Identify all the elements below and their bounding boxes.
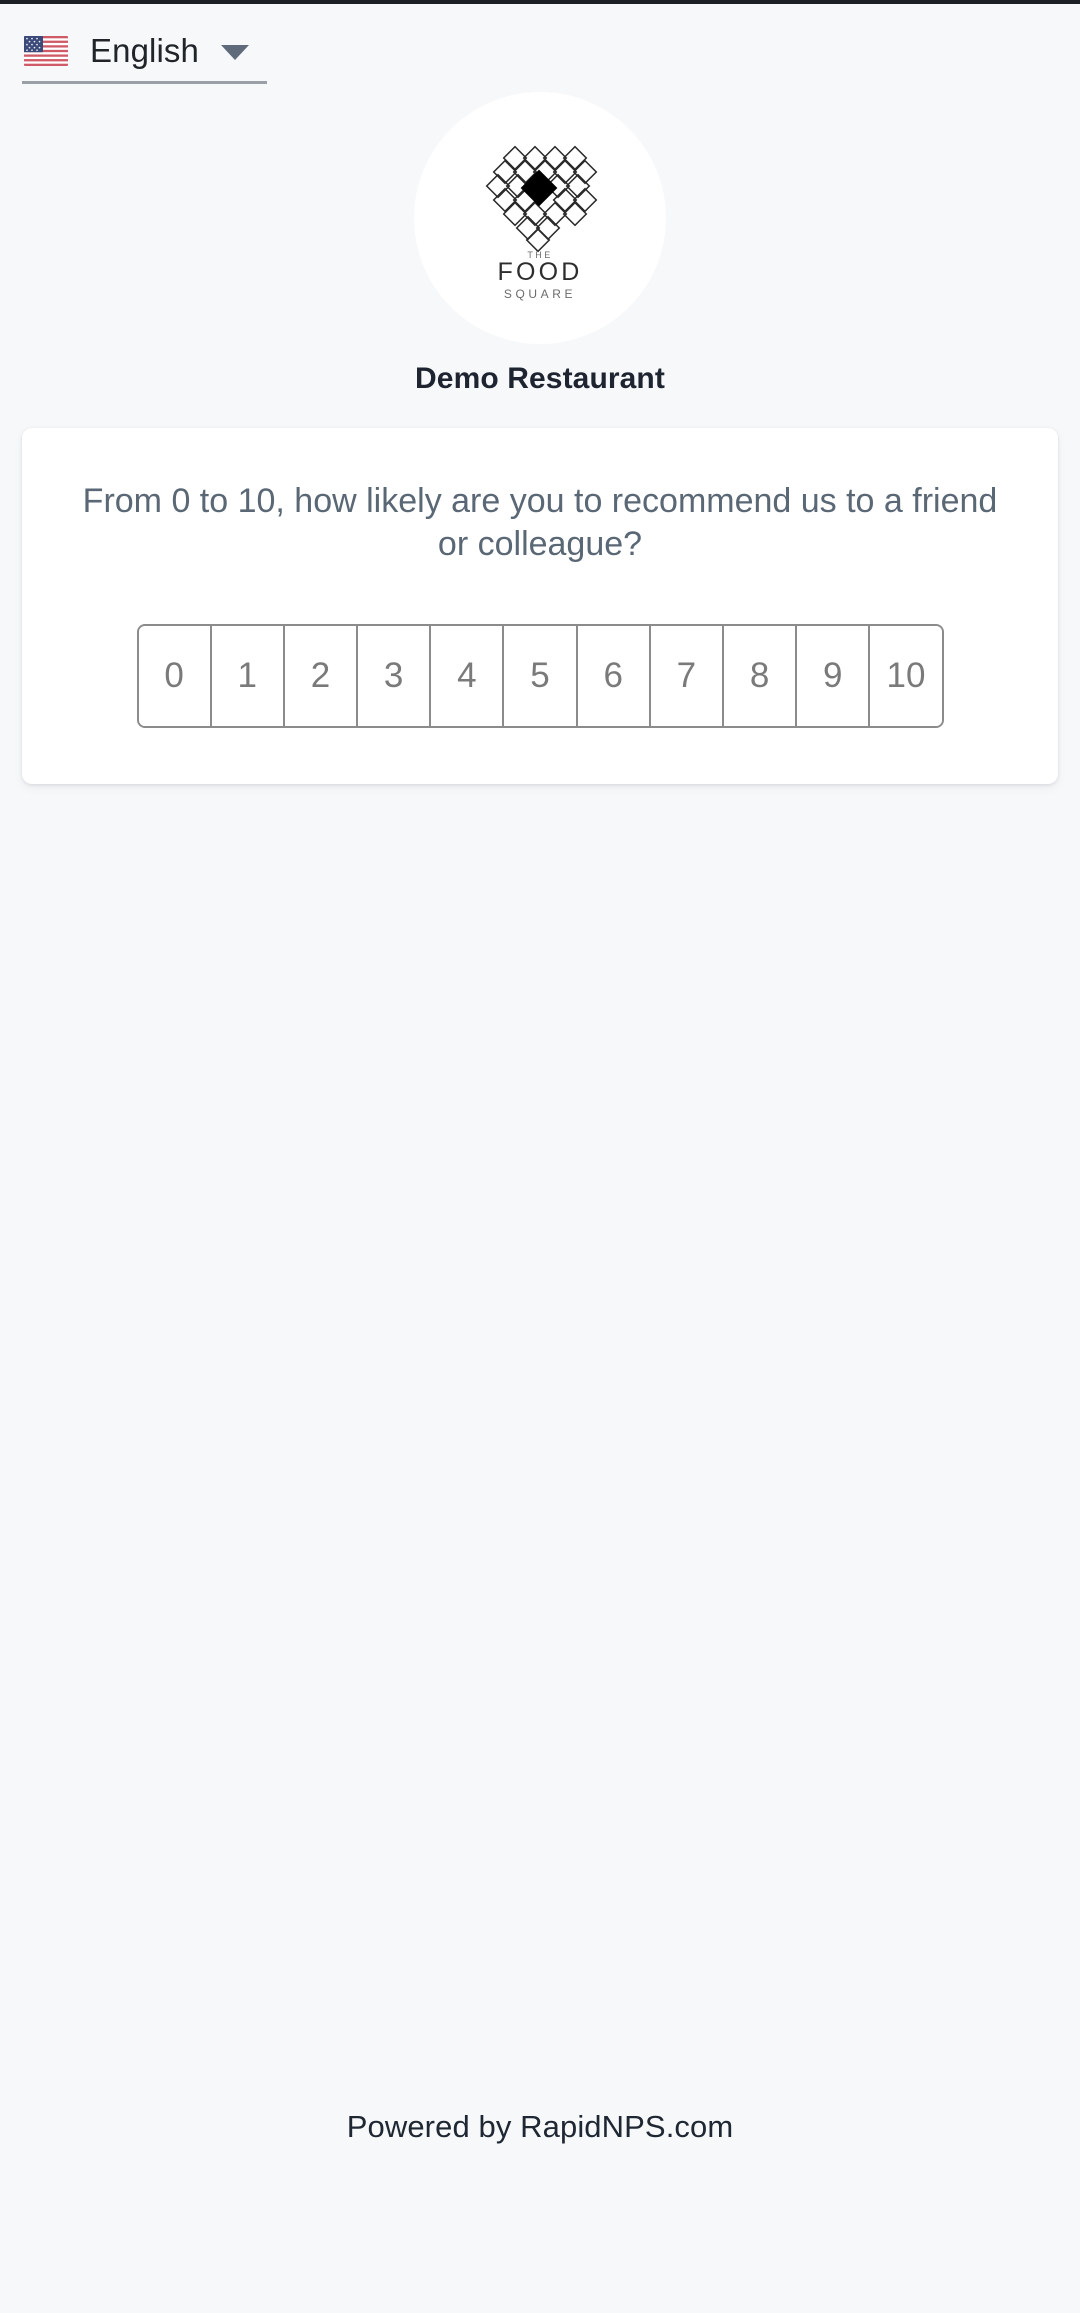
rating-button-10[interactable]: 10	[870, 625, 942, 726]
chevron-down-icon[interactable]	[220, 44, 249, 60]
rating-button-2[interactable]: 2	[284, 625, 359, 726]
logo-avatar: THE FOOD SQUARE	[414, 92, 666, 344]
rating-button-7[interactable]: 7	[650, 625, 724, 726]
language-selector[interactable]: English	[22, 34, 267, 84]
survey-card: From 0 to 10, how likely are you to reco…	[22, 428, 1058, 784]
rating-button-3[interactable]: 3	[358, 625, 432, 726]
footer: Powered by RapidNPS.com	[0, 2109, 1080, 2313]
rating-button-4[interactable]: 4	[431, 625, 505, 726]
svg-text:FOOD: FOOD	[497, 258, 582, 286]
rating-button-9[interactable]: 9	[797, 625, 871, 726]
rating-button-6[interactable]: 6	[577, 625, 651, 726]
the-food-square-logo: THE FOOD SQUARE	[485, 145, 598, 301]
rating-button-5[interactable]: 5	[504, 625, 578, 726]
brand-header: THE FOOD SQUARE Demo Restaurant	[0, 92, 1080, 396]
nps-question: From 0 to 10, how likely are you to reco…	[82, 482, 998, 563]
us-flag-icon	[24, 35, 68, 66]
rating-button-1[interactable]: 1	[211, 625, 285, 726]
rating-button-8[interactable]: 8	[724, 625, 798, 726]
restaurant-name: Demo Restaurant	[415, 362, 665, 395]
powered-by-label[interactable]: Powered by RapidNPS.com	[347, 2109, 734, 2144]
survey-page: English THE FOOD SQUARE Demo Restaurant …	[0, 4, 1080, 2313]
language-label: English	[90, 32, 199, 69]
rating-button-0[interactable]: 0	[138, 625, 212, 726]
language-selector-container: English	[0, 4, 1080, 84]
nps-rating-scale: 0 1 2 3 4 5 6 7 8 9 10	[136, 623, 944, 728]
svg-text:SQUARE: SQUARE	[504, 287, 576, 301]
